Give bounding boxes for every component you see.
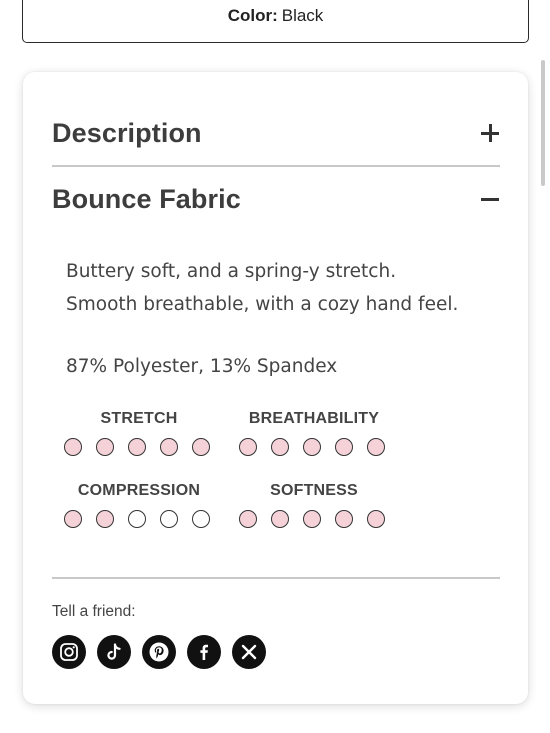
tiktok-icon[interactable] — [97, 635, 131, 669]
fabric-composition: 87% Polyester, 13% Spandex — [66, 356, 338, 377]
rating-dots — [239, 510, 389, 528]
rating-dots — [64, 438, 214, 456]
rating-dot-empty — [192, 510, 210, 528]
metric-label: COMPRESSION — [77, 482, 201, 499]
rating-dots — [64, 510, 214, 528]
instagram-icon[interactable] — [52, 635, 86, 669]
rating-dot-filled — [64, 510, 82, 528]
fabric-description-line-1: Buttery soft, and a spring-y stretch. — [66, 261, 397, 282]
facebook-icon[interactable] — [187, 635, 221, 669]
accordion-description-header[interactable]: Description — [52, 113, 500, 153]
product-details-card: Description Bounce Fabric Buttery soft, … — [23, 72, 528, 704]
color-selection: Color: Black — [23, 6, 528, 26]
rating-dot-filled — [96, 510, 114, 528]
accordion-fabric-title: Bounce Fabric — [52, 183, 241, 214]
plus-icon[interactable] — [480, 123, 500, 143]
color-value: Black — [281, 6, 324, 25]
rating-dot-filled — [128, 438, 146, 456]
metric-breathability: BREATHABILITY — [239, 410, 389, 456]
rating-dot-filled — [239, 438, 257, 456]
rating-dot-filled — [271, 510, 289, 528]
rating-dot-filled — [64, 438, 82, 456]
rating-dot-filled — [271, 438, 289, 456]
metric-label: STRETCH — [100, 410, 178, 427]
rating-dot-filled — [367, 510, 385, 528]
social-share-icons — [52, 635, 266, 669]
rating-dot-filled — [367, 438, 385, 456]
metric-compression: COMPRESSION — [64, 482, 214, 528]
color-label: Color: — [227, 6, 278, 25]
fabric-description-line-2: Smooth breathable, with a cozy hand feel… — [66, 294, 459, 315]
pinterest-icon[interactable] — [142, 635, 176, 669]
rating-dot-filled — [303, 510, 321, 528]
rating-dot-filled — [239, 510, 257, 528]
rating-dot-empty — [128, 510, 146, 528]
rating-dot-filled — [335, 438, 353, 456]
metric-softness: SOFTNESS — [239, 482, 389, 528]
rating-dots — [239, 438, 389, 456]
rating-dot-filled — [96, 438, 114, 456]
scrollbar[interactable] — [541, 60, 545, 186]
rating-dot-filled — [335, 510, 353, 528]
rating-dot-filled — [303, 438, 321, 456]
metric-label: BREATHABILITY — [248, 410, 380, 427]
rating-dot-empty — [160, 510, 178, 528]
rating-dot-filled — [160, 438, 178, 456]
metric-label: SOFTNESS — [270, 482, 358, 499]
accordion-divider — [52, 165, 500, 167]
share-divider — [52, 577, 500, 579]
x-icon[interactable] — [232, 635, 266, 669]
accordion-fabric-header[interactable]: Bounce Fabric — [52, 179, 500, 219]
variant-box: Color: Black — [22, 0, 529, 43]
metric-stretch: STRETCH — [64, 410, 214, 456]
share-label: Tell a friend: — [52, 603, 136, 620]
minus-icon[interactable] — [480, 189, 500, 209]
rating-dot-filled — [192, 438, 210, 456]
accordion-description-title: Description — [52, 117, 202, 148]
